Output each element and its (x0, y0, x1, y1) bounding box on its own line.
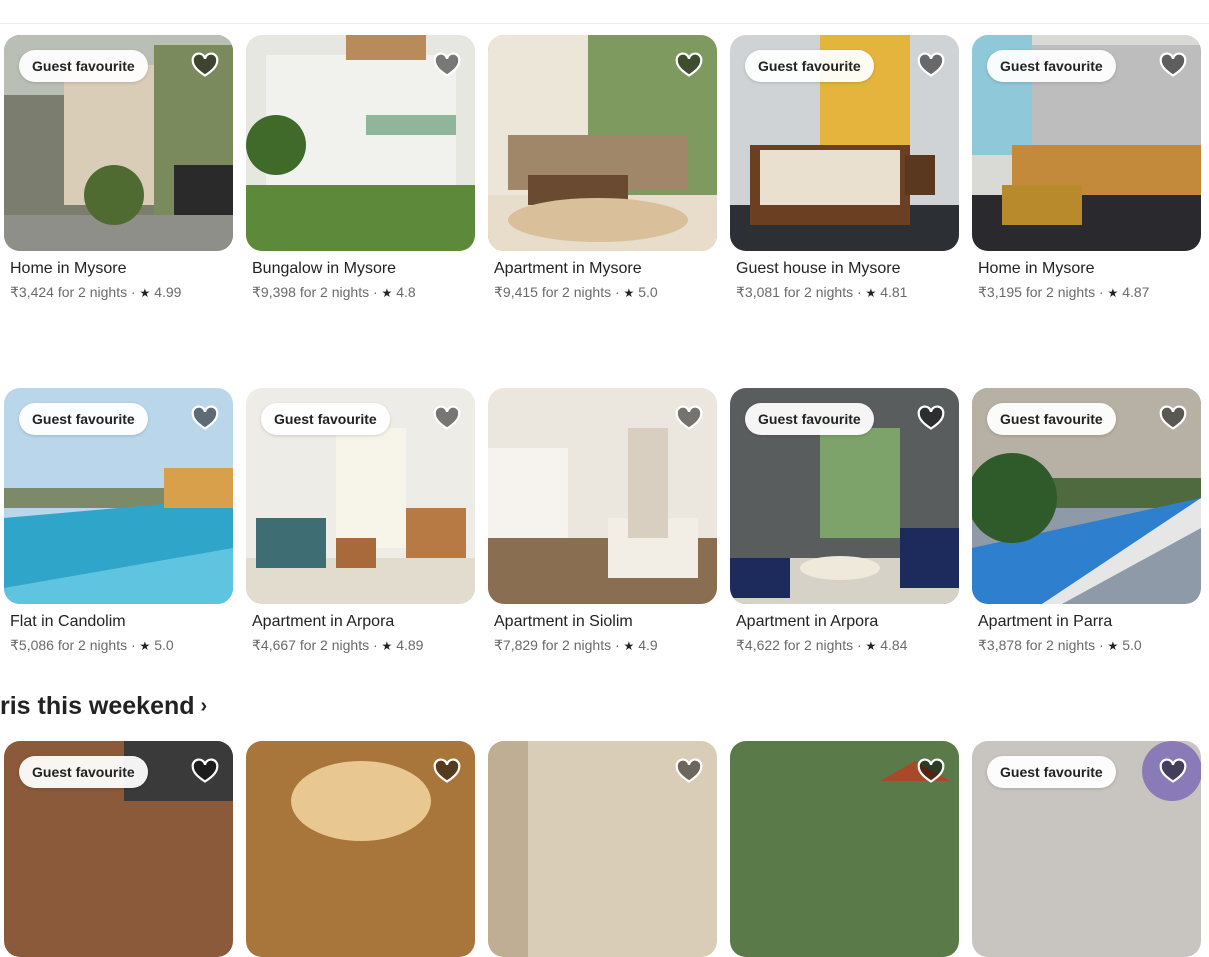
listing-meta: ₹3,081 for 2 nights · ★ 4.81 (736, 284, 908, 300)
section-heading-link[interactable]: ris this weekend › (0, 692, 207, 721)
heart-icon[interactable] (191, 51, 219, 79)
listing-price: ₹9,398 for 2 nights (252, 284, 370, 300)
heart-icon[interactable] (1159, 404, 1187, 432)
listing-photo[interactable]: Guest favourite (972, 388, 1201, 604)
listing-meta: ₹7,829 for 2 nights · ★ 4.9 (494, 637, 658, 653)
star-icon: ★ (139, 286, 151, 300)
listing-price: ₹3,424 for 2 nights (10, 284, 128, 300)
guest-favourite-badge: Guest favourite (987, 756, 1116, 788)
listing-meta: ₹5,086 for 2 nights · ★ 5.0 (10, 637, 174, 653)
listing-title: Apartment in Parra (978, 613, 1113, 630)
listing-price: ₹3,195 for 2 nights (978, 284, 1096, 300)
listing-meta: ₹4,667 for 2 nights · ★ 4.89 (252, 637, 424, 653)
listing-photo[interactable] (246, 35, 475, 251)
listing-meta: ₹3,195 for 2 nights · ★ 4.87 (978, 284, 1150, 300)
heart-icon[interactable] (675, 757, 703, 785)
heart-icon[interactable] (1159, 51, 1187, 79)
heart-icon[interactable] (917, 757, 945, 785)
listing-price: ₹5,086 for 2 nights (10, 637, 128, 653)
heart-icon[interactable] (191, 757, 219, 785)
listing-photo[interactable]: Guest favourite (730, 35, 959, 251)
listing-rating: 5.0 (638, 284, 658, 300)
listing-photo[interactable]: Guest favourite (730, 388, 959, 604)
listing-rating: 4.89 (396, 637, 424, 653)
listing-title: Guest house in Mysore (736, 260, 901, 277)
listing-photo[interactable] (488, 388, 717, 604)
listing-title: Home in Mysore (10, 260, 127, 277)
heart-icon[interactable] (917, 404, 945, 432)
guest-favourite-badge: Guest favourite (987, 50, 1116, 82)
chevron-right-icon: › (200, 695, 208, 717)
heart-icon[interactable] (433, 757, 461, 785)
star-icon: ★ (623, 286, 635, 300)
listing-price: ₹7,829 for 2 nights (494, 637, 612, 653)
listing-meta: ₹3,424 for 2 nights · ★ 4.99 (10, 284, 182, 300)
listing-rating: 4.81 (880, 284, 908, 300)
listing-rating: 4.87 (1122, 284, 1150, 300)
heart-icon[interactable] (917, 51, 945, 79)
listing-meta: ₹3,878 for 2 nights · ★ 5.0 (978, 637, 1142, 653)
star-icon: ★ (865, 639, 877, 653)
star-icon: ★ (381, 286, 393, 300)
guest-favourite-badge: Guest favourite (745, 50, 874, 82)
listing-rating: 5.0 (1122, 637, 1142, 653)
listing-photo[interactable]: Guest favourite (972, 741, 1201, 957)
listing-title: Home in Mysore (978, 260, 1095, 277)
top-header-bar (0, 0, 1209, 24)
listing-title: Apartment in Arpora (252, 613, 395, 630)
heart-icon[interactable] (191, 404, 219, 432)
listing-photo[interactable] (246, 741, 475, 957)
heart-icon[interactable] (433, 51, 461, 79)
star-icon: ★ (865, 286, 877, 300)
star-icon: ★ (1107, 639, 1119, 653)
listing-title: Flat in Candolim (10, 613, 126, 630)
listing-photo[interactable] (730, 741, 959, 957)
heart-icon[interactable] (675, 51, 703, 79)
guest-favourite-badge: Guest favourite (19, 50, 148, 82)
star-icon: ★ (1107, 286, 1119, 300)
listing-meta: ₹9,415 for 2 nights · ★ 5.0 (494, 284, 658, 300)
star-icon: ★ (381, 639, 393, 653)
listing-meta: ₹4,622 for 2 nights · ★ 4.84 (736, 637, 908, 653)
listing-price: ₹9,415 for 2 nights (494, 284, 612, 300)
listing-title: Apartment in Siolim (494, 613, 633, 630)
listing-photo[interactable] (488, 35, 717, 251)
listing-meta: ₹9,398 for 2 nights · ★ 4.8 (252, 284, 416, 300)
heart-icon[interactable] (1159, 757, 1187, 785)
listing-price: ₹3,081 for 2 nights (736, 284, 854, 300)
heart-icon[interactable] (675, 404, 703, 432)
guest-favourite-badge: Guest favourite (745, 403, 874, 435)
star-icon: ★ (623, 639, 635, 653)
listing-photo[interactable] (488, 741, 717, 957)
guest-favourite-badge: Guest favourite (19, 756, 148, 788)
listing-title: Apartment in Arpora (736, 613, 879, 630)
listing-rating: 4.9 (638, 637, 658, 653)
guest-favourite-badge: Guest favourite (987, 403, 1116, 435)
listing-rating: 4.84 (880, 637, 908, 653)
listing-photo[interactable]: Guest favourite (4, 741, 233, 957)
listing-photo[interactable]: Guest favourite (4, 388, 233, 604)
listing-photo[interactable]: Guest favourite (972, 35, 1201, 251)
listing-photo[interactable]: Guest favourite (4, 35, 233, 251)
listing-rating: 5.0 (154, 637, 174, 653)
listing-rating: 4.8 (396, 284, 416, 300)
listing-price: ₹4,667 for 2 nights (252, 637, 370, 653)
heart-icon[interactable] (433, 404, 461, 432)
guest-favourite-badge: Guest favourite (19, 403, 148, 435)
listing-price: ₹3,878 for 2 nights (978, 637, 1096, 653)
listing-title: Apartment in Mysore (494, 260, 642, 277)
guest-favourite-badge: Guest favourite (261, 403, 390, 435)
star-icon: ★ (139, 639, 151, 653)
listing-price: ₹4,622 for 2 nights (736, 637, 854, 653)
listing-rating: 4.99 (154, 284, 182, 300)
listing-photo[interactable]: Guest favourite (246, 388, 475, 604)
listing-title: Bungalow in Mysore (252, 260, 397, 277)
